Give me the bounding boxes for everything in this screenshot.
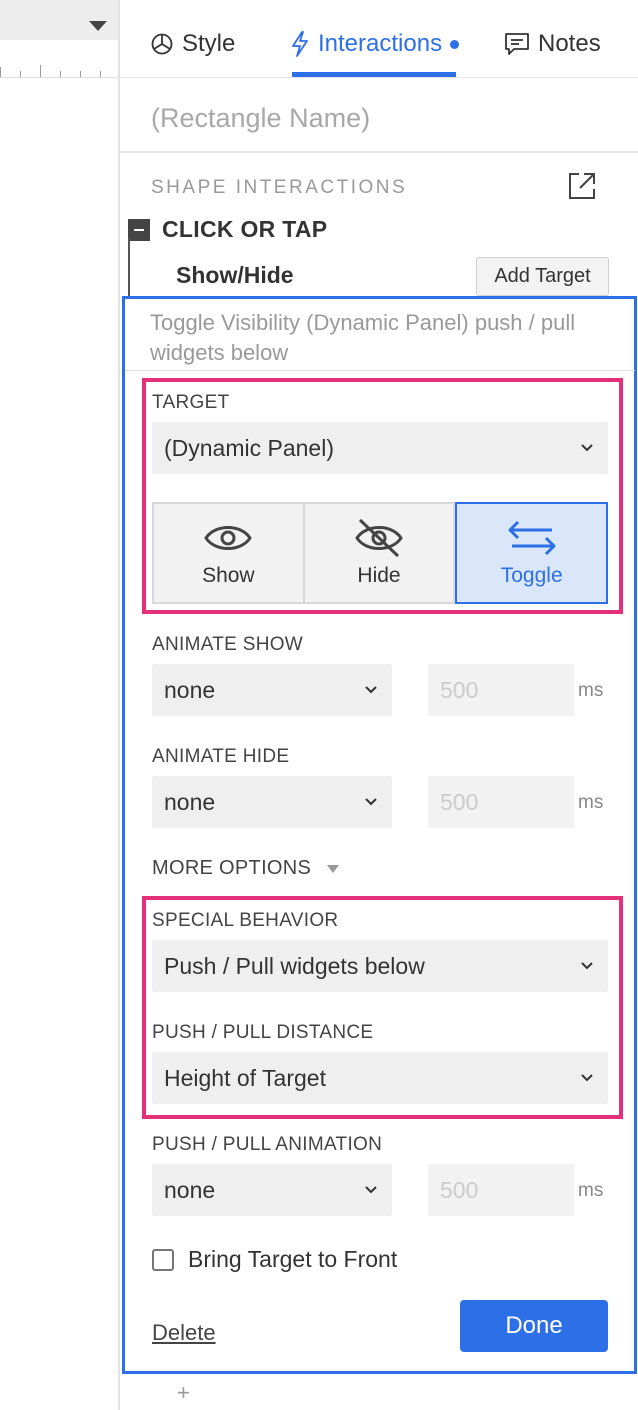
animate-show-select[interactable]: none [152,664,392,716]
highlight-box-target [142,378,623,614]
chevron-down-icon [365,1186,377,1194]
dropdown-caret-icon[interactable] [89,21,107,31]
animate-hide-value: none [164,788,216,815]
animate-hide-duration-input[interactable]: 500 [428,776,574,828]
delete-link[interactable]: Delete [152,1320,216,1346]
widget-name-placeholder: (Rectangle Name) [151,103,371,133]
collapse-icon[interactable] [128,218,150,241]
lightning-icon [292,31,308,57]
add-interaction-plus[interactable]: + [177,1380,190,1406]
notes-icon [505,33,529,55]
active-tab-indicator [292,72,456,77]
animate-show-value: none [164,676,216,703]
add-target-button[interactable]: Add Target [476,257,609,296]
tree-line [128,238,130,298]
tab-interactions-label: Interactions [318,30,443,57]
animate-show-label: ANIMATE SHOW [152,634,304,655]
divider [125,370,635,371]
animate-hide-select[interactable]: none [152,776,392,828]
canvas-area [0,0,119,1410]
canvas-dropdown[interactable] [0,0,119,40]
animate-show-duration-input[interactable]: 500 [428,664,574,716]
caret-down-icon [327,864,340,873]
event-header[interactable]: CLICK OR TAP [128,216,327,243]
tab-style[interactable]: Style [150,26,235,62]
ms-unit: ms [578,1180,604,1201]
bring-to-front-checkbox[interactable] [152,1248,174,1271]
bring-to-front-row[interactable]: Bring Target to Front [152,1246,397,1273]
unsaved-dot [450,39,460,49]
tab-bar: Style Interactions Notes [120,0,638,78]
ms-unit: ms [578,680,604,701]
more-options-label: MORE OPTIONS [152,857,312,879]
action-label: Show/Hide [176,262,294,288]
popout-icon[interactable] [566,170,598,202]
tab-style-label: Style [182,30,236,57]
style-icon [151,33,173,55]
event-label: CLICK OR TAP [162,216,328,242]
highlight-box-special-behavior [142,896,623,1119]
push-pull-animation-select[interactable]: none [152,1164,392,1216]
push-pull-animation-duration-input[interactable]: 500 [428,1164,574,1216]
chevron-down-icon [365,686,377,694]
bring-to-front-label: Bring Target to Front [188,1246,398,1272]
widget-name-field[interactable]: (Rectangle Name) [120,79,638,153]
action-summary: Toggle Visibility (Dynamic Panel) push /… [150,310,576,365]
animate-hide-label: ANIMATE HIDE [152,746,290,767]
tab-notes[interactable]: Notes [504,26,601,62]
push-pull-animation-label: PUSH / PULL ANIMATION [152,1134,383,1155]
done-button[interactable]: Done [460,1300,608,1352]
chevron-down-icon [365,798,377,806]
push-pull-animation-value: none [164,1176,216,1203]
ruler [0,60,119,78]
section-label: SHAPE INTERACTIONS [151,177,408,198]
inspector-panel: Style Interactions Notes (Rectangle Name… [120,0,638,1410]
ms-unit: ms [578,792,604,813]
more-options-toggle[interactable]: MORE OPTIONS [152,857,340,880]
tab-interactions[interactable]: Interactions [290,26,460,62]
tab-notes-label: Notes [538,30,601,57]
